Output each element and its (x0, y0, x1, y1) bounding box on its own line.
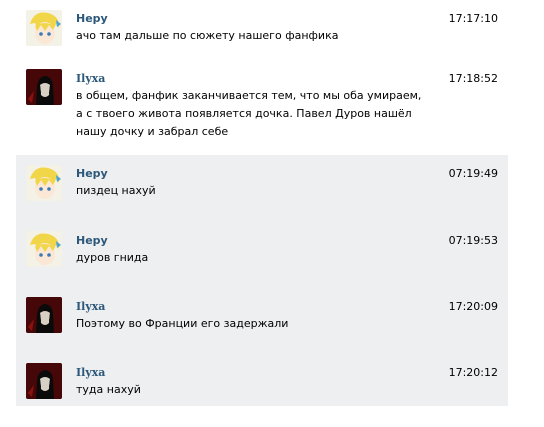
message-text: в общем, фанфик заканчивается тем, что м… (76, 89, 422, 138)
message-text: пиздец нахуй (76, 184, 156, 197)
message-timestamp[interactable]: 17:17:10 (449, 12, 498, 25)
message-item: Ilyxa 17:20:12 туда нахуй (16, 353, 508, 406)
message-text: ачо там дальше по сюжету нашего фанфика (76, 29, 339, 42)
avatar[interactable] (26, 10, 62, 46)
message-timestamp[interactable]: 17:20:09 (449, 300, 498, 313)
message-timestamp[interactable]: 07:19:53 (449, 234, 498, 247)
message-timestamp[interactable]: 07:19:49 (449, 167, 498, 180)
avatar[interactable] (26, 165, 62, 201)
message-item: Ilyxa 17:20:09 Поэтому во Франции его за… (16, 287, 508, 353)
avatar[interactable] (26, 69, 62, 105)
avatar[interactable] (26, 363, 62, 399)
author-name[interactable]: Нерy (76, 234, 108, 247)
message-timestamp[interactable]: 17:18:52 (449, 72, 498, 85)
message-item: Нерy 07:19:49 пиздец нахуй (16, 155, 508, 221)
author-name[interactable]: Нерy (76, 12, 108, 25)
message-text: дуров гнида (76, 251, 149, 264)
message-text: туда нахуй (76, 383, 141, 396)
message-item: Нерy 17:17:10 ачо там дальше по сюжету н… (16, 0, 508, 56)
message-item: Ilyxa 17:18:52 в общем, фанфик заканчива… (16, 56, 508, 154)
author-name[interactable]: Нерy (76, 167, 108, 180)
author-name[interactable]: Ilyxa (76, 366, 105, 379)
author-name[interactable]: Ilyxa (76, 72, 105, 85)
author-name[interactable]: Ilyxa (76, 300, 105, 313)
message-item: Нерy 07:19:53 дуров гнида (16, 221, 508, 287)
avatar[interactable] (26, 231, 62, 267)
avatar[interactable] (26, 297, 62, 333)
message-text: Поэтому во Франции его задержали (76, 317, 289, 330)
message-timestamp[interactable]: 17:20:12 (449, 366, 498, 379)
